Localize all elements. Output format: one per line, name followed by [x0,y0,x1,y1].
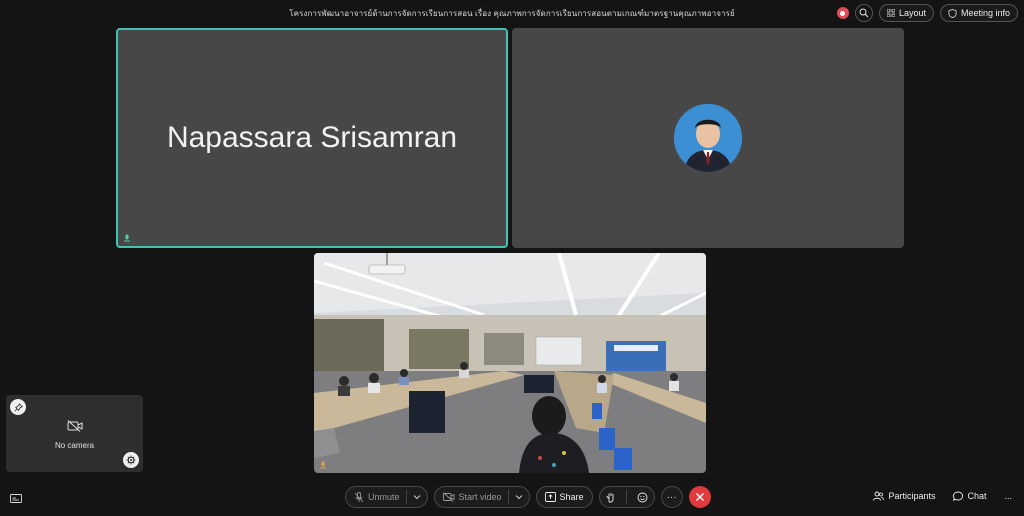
layout-label: Layout [898,8,926,18]
separator [625,490,627,504]
shield-icon [948,8,957,18]
participants-button[interactable]: Participants [873,491,935,501]
more-options-button[interactable]: ··· [660,486,683,508]
captions-button[interactable] [10,491,22,509]
pin-button[interactable] [10,399,26,415]
start-video-button[interactable]: Start video [441,492,502,502]
more-options-label: ··· [666,491,677,503]
chevron-down-icon[interactable] [515,494,523,500]
video-control: Start video [433,486,530,508]
people-icon [873,491,885,501]
speaking-mic-icon [124,234,130,242]
emoji-reaction-icon[interactable] [637,492,648,503]
chat-label: Chat [967,491,987,501]
share-button[interactable]: Share [535,486,593,508]
participant-name: Napassara Srisamran [166,121,458,154]
zoom-view-button[interactable] [854,4,873,22]
recording-indicator-icon[interactable] [836,7,849,19]
more-panel-button[interactable]: ... [1004,491,1012,501]
no-camera-label: No camera [54,441,95,450]
pin-icon [14,402,23,411]
gear-icon [126,455,136,465]
participant-tile-avatar[interactable] [512,28,904,248]
participants-label: Participants [888,491,936,501]
start-video-label: Start video [458,492,502,502]
participant-avatar [674,104,742,172]
unmute-button[interactable]: Unmute [352,491,400,503]
bottom-toolbar: Unmute Start video Share ··· Participant… [0,483,1024,511]
raise-hand-icon[interactable] [606,492,616,503]
reactions-control [598,486,655,508]
chevron-down-icon[interactable] [413,494,421,500]
separator [405,490,407,504]
layout-button[interactable]: Layout [878,4,934,22]
mic-off-icon [354,491,364,502]
room-video-tile[interactable] [314,253,706,473]
more-panel-label: ... [1004,491,1012,501]
meeting-info-label: Meeting info [960,8,1010,18]
self-view-tile[interactable]: No camera [6,395,143,472]
share-screen-icon [544,492,556,502]
chat-button[interactable]: Chat [953,491,986,501]
camera-off-icon [442,492,454,502]
separator [507,490,509,504]
captions-icon [10,494,22,503]
camera-off-icon [67,420,82,432]
close-icon [695,493,704,501]
participant-tile-napassara[interactable]: Napassara Srisamran [116,28,508,248]
header-controls: Layout Meeting info [836,4,1018,22]
conference-room-video [314,253,706,473]
person-photo-icon [674,104,742,172]
self-view-settings-button[interactable] [123,452,139,468]
magnifier-icon [859,8,869,18]
call-controls: Unmute Start video Share ··· [345,486,711,508]
leave-call-button[interactable] [688,486,711,508]
no-camera-indicator: No camera [6,419,143,450]
chat-bubble-icon [953,491,964,501]
panel-controls: Participants Chat ... [873,491,1012,501]
grid-icon [886,9,895,17]
unmute-label: Unmute [368,492,400,502]
mic-icon [320,461,326,469]
unmute-control: Unmute [345,486,428,508]
share-label: Share [559,492,584,502]
meeting-info-button[interactable]: Meeting info [939,4,1018,22]
